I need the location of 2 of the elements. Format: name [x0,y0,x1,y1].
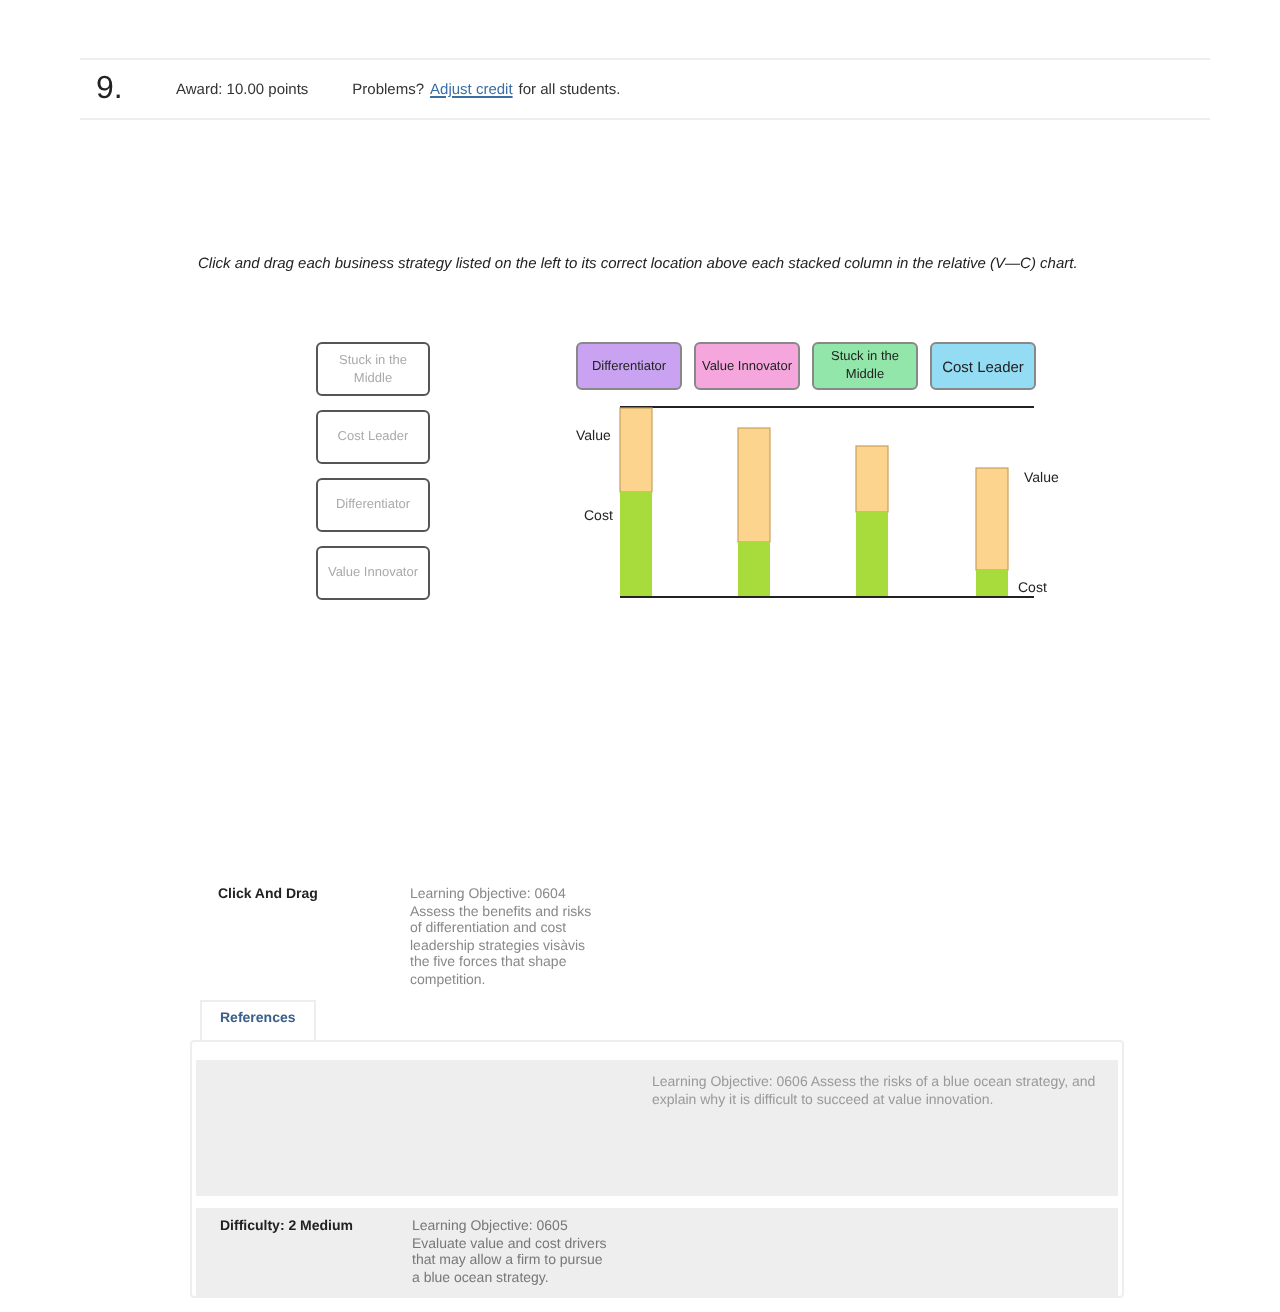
question-number: 9. [96,71,125,107]
stacked-column [975,467,1009,596]
